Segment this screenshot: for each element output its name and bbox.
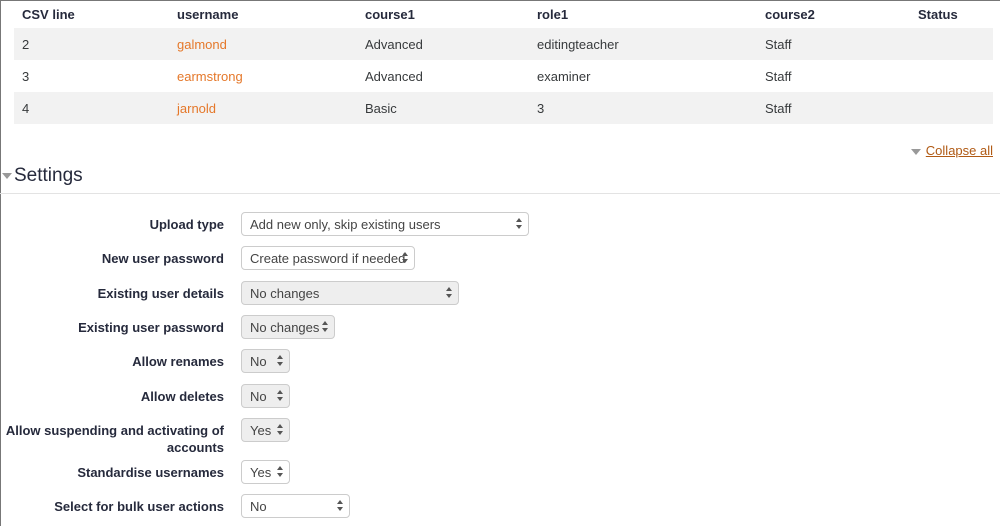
cell-course2: Staff — [765, 68, 792, 84]
select-arrows-icon — [277, 390, 283, 402]
username-link[interactable]: jarnold — [177, 101, 216, 116]
cell-role1: examiner — [537, 68, 591, 84]
header-status: Status — [918, 6, 958, 22]
upload-type-select[interactable]: Add new only, skip existing users — [241, 212, 529, 236]
cell-course1: Advanced — [365, 68, 423, 84]
cell-role1: editingteacher — [529, 28, 757, 60]
cell-csv-line: 2 — [14, 28, 169, 60]
select-value: Create password if needed — [250, 251, 406, 266]
cell-course2: Staff — [757, 92, 910, 124]
bulk-user-actions-select[interactable]: No — [241, 494, 350, 518]
select-value: No — [250, 499, 267, 514]
existing-user-password-select[interactable]: No changes — [241, 315, 335, 339]
table-header-row: CSV line username course1 role1 course2 … — [14, 0, 993, 28]
select-value: Add new only, skip existing users — [250, 217, 441, 232]
select-value: Yes — [250, 423, 272, 438]
select-arrows-icon — [277, 355, 283, 367]
allow-suspending-select[interactable]: Yes — [241, 418, 290, 442]
cell-username: earmstrong — [169, 60, 357, 92]
header-course2: course2 — [765, 6, 815, 22]
select-arrows-icon — [277, 466, 283, 478]
header-role1: role1 — [537, 6, 569, 22]
select-arrows-icon — [277, 424, 283, 436]
cell-csv-line: 3 — [22, 68, 30, 84]
select-arrows-icon — [446, 287, 452, 299]
allow-deletes-select[interactable]: No — [241, 384, 290, 408]
field-label: Allow renames — [132, 354, 224, 369]
username-link[interactable]: galmond — [177, 37, 227, 52]
cell-role1: 3 — [529, 92, 757, 124]
field-label: Existing user password — [78, 320, 224, 335]
header-username: username — [177, 6, 239, 22]
cell-course1: Basic — [357, 92, 529, 124]
standardise-usernames-select[interactable]: Yes — [241, 460, 290, 484]
table-row: 2 galmond Advanced editingteacher Staff — [14, 28, 993, 60]
field-label: Existing user details — [97, 286, 224, 301]
settings-section-header[interactable]: Settings — [0, 163, 1000, 194]
field-label: New user password — [101, 251, 224, 266]
select-value: No — [250, 389, 267, 404]
collapse-triangle-icon — [910, 148, 921, 155]
field-label: Allow suspending and activating of accou… — [5, 423, 224, 455]
cell-csv-line: 4 — [14, 92, 169, 124]
collapse-all-link[interactable]: Collapse all — [926, 143, 993, 158]
header-csv-line: CSV line — [22, 6, 75, 22]
cell-username: galmond — [169, 28, 357, 60]
select-value: No changes — [250, 320, 320, 335]
upload-preview-table: CSV line username course1 role1 course2 … — [14, 0, 993, 124]
existing-user-details-select[interactable]: No changes — [241, 281, 459, 305]
new-user-password-select[interactable]: Create password if needed — [241, 246, 415, 270]
select-arrows-icon — [516, 218, 522, 230]
select-arrows-icon — [337, 500, 343, 512]
table-row: 3 earmstrong Advanced examiner Staff — [14, 60, 993, 92]
header-course1: course1 — [365, 6, 415, 22]
field-label: Standardise usernames — [77, 465, 224, 480]
field-label: Select for bulk user actions — [54, 499, 224, 514]
select-arrows-icon — [402, 252, 408, 264]
allow-renames-select[interactable]: No — [241, 349, 290, 373]
cell-course1: Advanced — [357, 28, 529, 60]
cell-status — [910, 28, 993, 60]
username-link[interactable]: earmstrong — [177, 69, 243, 84]
field-label: Upload type — [149, 217, 224, 232]
collapse-all-control[interactable]: Collapse all — [910, 143, 993, 158]
section-expanded-triangle-icon[interactable] — [2, 173, 12, 179]
select-value: No — [250, 354, 267, 369]
cell-course2: Staff — [757, 28, 910, 60]
table-row: 4 jarnold Basic 3 Staff — [14, 92, 993, 124]
cell-status — [910, 92, 993, 124]
select-value: Yes — [250, 465, 272, 480]
cell-username: jarnold — [169, 92, 357, 124]
settings-title: Settings — [14, 165, 83, 186]
field-label: Allow deletes — [140, 389, 224, 404]
cell-status — [910, 60, 993, 92]
select-arrows-icon — [322, 321, 328, 333]
select-value: No changes — [250, 286, 320, 301]
